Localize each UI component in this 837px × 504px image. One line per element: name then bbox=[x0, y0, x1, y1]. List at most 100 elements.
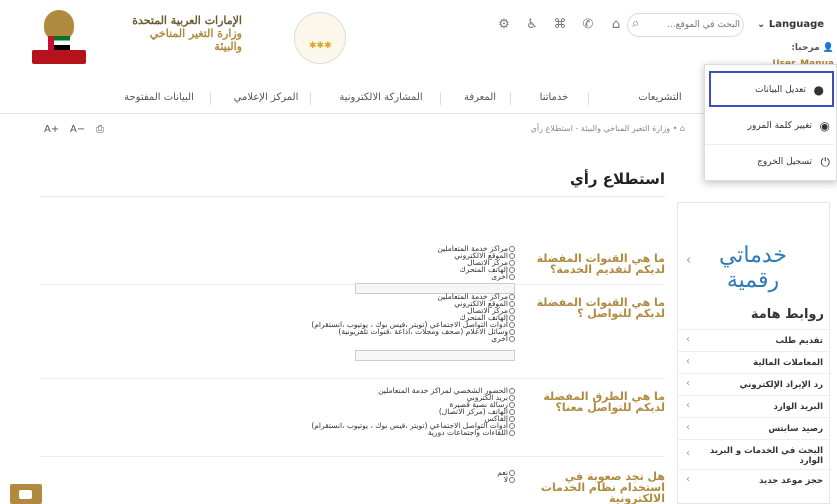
language-label: Language bbox=[768, 19, 825, 30]
menu-item-label: تغيير كلمة المرور bbox=[747, 121, 812, 131]
sitemap-icon[interactable]: ⌘ bbox=[552, 16, 568, 34]
nav-divider bbox=[440, 92, 441, 105]
poll-question: ما هي القنوات المفضلة لديكم لتقديم الخدم… bbox=[40, 197, 665, 294]
nav-divider bbox=[210, 92, 211, 105]
excellence-seal-icon: ✱✱✱ bbox=[294, 12, 346, 64]
chevron-left-icon: ‹ bbox=[686, 334, 690, 345]
phone-icon[interactable]: ✆ bbox=[580, 16, 596, 34]
breadcrumb-home-icon[interactable]: ⌂ bbox=[680, 124, 685, 133]
nav-item-media-center[interactable]: المركز الإعلامي bbox=[222, 84, 310, 112]
nav-divider bbox=[310, 92, 311, 105]
poll-option[interactable]: الموقع الالكتروني bbox=[185, 300, 515, 307]
digital-services-line2: رقمية bbox=[726, 268, 780, 293]
sidebar-link[interactable]: ‹ المعاملات المالية bbox=[678, 351, 831, 373]
digital-services-line1: خدماتي bbox=[718, 243, 788, 268]
poll-option[interactable]: أخرى bbox=[185, 335, 515, 342]
question-text: هل تجد صعوبة في استخدام نظام الخدمات الا… bbox=[540, 470, 665, 504]
chat-button[interactable] bbox=[10, 484, 42, 504]
lock-icon: ◉ bbox=[819, 119, 830, 133]
question-options: الحضور الشخصي لمراكز خدمة المتعاملين بري… bbox=[185, 387, 515, 436]
user-icon: ● bbox=[813, 83, 824, 97]
nav-item-legislation[interactable]: التشريعات bbox=[620, 84, 700, 112]
poll-option[interactable]: لا bbox=[185, 476, 515, 483]
poll-question: هل تجد صعوبة في استخدام نظام الخدمات الا… bbox=[40, 457, 665, 504]
poll-option[interactable]: الموقع الالكتروني bbox=[185, 252, 515, 259]
poll-option[interactable]: وسائل الاعلام (صحف ومجلات ،اذاعة ،قنوات … bbox=[185, 328, 515, 335]
sidebar-link[interactable]: ‹ حجز موعد جديد bbox=[678, 469, 831, 491]
menu-item-label: تعديل البيانات bbox=[755, 85, 806, 95]
user-menu-toggle[interactable]: 👤 مرحبا: User_Manua ⌄ bbox=[738, 40, 834, 69]
chevron-left-icon: ‹ bbox=[686, 400, 690, 411]
poll-title: استطلاع رأي bbox=[569, 170, 665, 188]
nav-item-eparticipation[interactable]: المشاركة الالكترونية bbox=[322, 84, 440, 112]
nav-item-open-data[interactable]: البيانات المفتوحة bbox=[108, 84, 210, 112]
poll-option[interactable]: أخرى bbox=[185, 273, 515, 280]
question-options: نعم لا bbox=[185, 469, 515, 483]
menu-item-logout[interactable]: ⏻ تسجيل الخروج bbox=[705, 145, 837, 181]
chevron-left-icon: ‹ bbox=[686, 474, 690, 485]
sidebar-link[interactable]: ‹ رد الإيراد الإلكتروني bbox=[678, 373, 831, 395]
other-text-field[interactable] bbox=[355, 350, 515, 361]
radio-button[interactable] bbox=[509, 430, 515, 436]
uae-emblem-icon bbox=[30, 10, 88, 72]
breadcrumb-parent[interactable]: وزارة التغير المناخي والبيئة bbox=[581, 124, 670, 133]
language-selector[interactable]: ⌄ Language bbox=[757, 16, 835, 34]
menu-item-edit-profile[interactable]: ● تعديل البيانات bbox=[709, 71, 834, 107]
sidebar-link[interactable]: ‹ البحث في الخدمات و البريد الوارد bbox=[678, 439, 831, 469]
ministry-name-line1: الإمارات العربية المتحدة bbox=[132, 14, 242, 27]
radio-button[interactable] bbox=[509, 336, 515, 342]
chevron-left-icon: ‹ bbox=[686, 356, 690, 367]
question-text: ما هي القنوات المفضلة لديكم للتواصل ؟ bbox=[536, 296, 665, 320]
user-icon: 👤 bbox=[822, 43, 834, 53]
poll-option[interactable]: الهاتف (مركز الاتصال) bbox=[185, 408, 515, 415]
search-icon[interactable]: ⌕ bbox=[632, 16, 639, 31]
poll-question: ما هي القنوات المفضلة لديكم للتواصل ؟ مر… bbox=[40, 285, 665, 379]
chevron-down-icon: ⌄ bbox=[757, 19, 769, 30]
site-search: ⌕ bbox=[627, 13, 744, 37]
poll-option[interactable]: اللقاءات واجتماعات دورية bbox=[185, 429, 515, 436]
question-options: مراكز خدمة المتعاملين الموقع الالكتروني … bbox=[185, 293, 515, 361]
ministry-name-line2: وزارة التغير المناخي bbox=[149, 27, 242, 40]
ministry-logo[interactable]: الإمارات العربية المتحدة وزارة التغير ال… bbox=[30, 10, 242, 72]
user-greeting: مرحبا: bbox=[791, 43, 820, 53]
font-decrease-button[interactable]: A− bbox=[70, 124, 85, 135]
ministry-name: الإمارات العربية المتحدة وزارة التغير ال… bbox=[92, 14, 242, 53]
menu-item-change-password[interactable]: ◉ تغيير كلمة المرور bbox=[705, 109, 837, 145]
poll-question: ما هي الطرق المفضلة لديكم للتواصل معنا؟ … bbox=[40, 379, 665, 457]
chevron-left-icon: ‹ bbox=[686, 378, 690, 389]
menu-item-label: تسجيل الخروج bbox=[757, 157, 812, 167]
nav-item-knowledge[interactable]: المعرفة bbox=[450, 84, 510, 112]
search-input[interactable] bbox=[650, 16, 740, 34]
settings-icon[interactable]: ⚙ bbox=[496, 16, 512, 34]
chevron-left-icon[interactable]: ‹ bbox=[686, 253, 691, 268]
home-icon[interactable]: ⌂ bbox=[608, 16, 624, 34]
ministry-name-line3: والبيئة bbox=[214, 40, 242, 53]
nav-divider bbox=[510, 92, 511, 105]
radio-button[interactable] bbox=[509, 477, 515, 483]
radio-button[interactable] bbox=[509, 274, 515, 280]
chevron-left-icon: ‹ bbox=[686, 448, 690, 459]
sidebar-link[interactable]: ‹ البريد الوارد bbox=[678, 395, 831, 417]
poll-option[interactable]: نعم bbox=[185, 469, 515, 476]
print-icon[interactable]: ⎙ bbox=[96, 124, 104, 135]
question-text: ما هي الطرق المفضلة لديكم للتواصل معنا؟ bbox=[543, 390, 665, 414]
digital-services-banner[interactable]: خدماتي رقمية bbox=[703, 243, 803, 303]
nav-divider bbox=[588, 92, 589, 105]
breadcrumb: ⌂ • وزارة التغير المناخي والبيئة - استطل… bbox=[530, 124, 685, 133]
sidebar-link[interactable]: ‹ تقديم طلب bbox=[678, 329, 831, 351]
sidebar-link[interactable]: ‹ رصيد سابتس bbox=[678, 417, 831, 439]
chat-icon bbox=[19, 490, 32, 499]
power-icon: ⏻ bbox=[820, 155, 831, 169]
poll-form: ما هي القنوات المفضلة لديكم لتقديم الخدم… bbox=[40, 196, 665, 504]
poll-option[interactable]: الهاتف المتحرك bbox=[185, 266, 515, 273]
nav-item-services[interactable]: خدماتنا bbox=[520, 84, 588, 112]
breadcrumb-dot: • bbox=[670, 124, 678, 133]
chevron-left-icon: ‹ bbox=[686, 422, 690, 433]
page: { "header": { "ministry_line1": "الإمارا… bbox=[0, 0, 837, 504]
question-text: ما هي القنوات المفضلة لديكم لتقديم الخدم… bbox=[536, 252, 665, 276]
important-links-title: روابط هامة bbox=[750, 307, 824, 322]
accessibility-icon[interactable]: ♿ bbox=[524, 16, 540, 34]
sidebar: ‹ خدماتي رقمية روابط هامة ‹ تقديم طلب ‹ ال… bbox=[677, 202, 831, 504]
font-increase-button[interactable]: A+ bbox=[44, 124, 59, 135]
breadcrumb-current: استطلاع رأي bbox=[530, 124, 573, 133]
